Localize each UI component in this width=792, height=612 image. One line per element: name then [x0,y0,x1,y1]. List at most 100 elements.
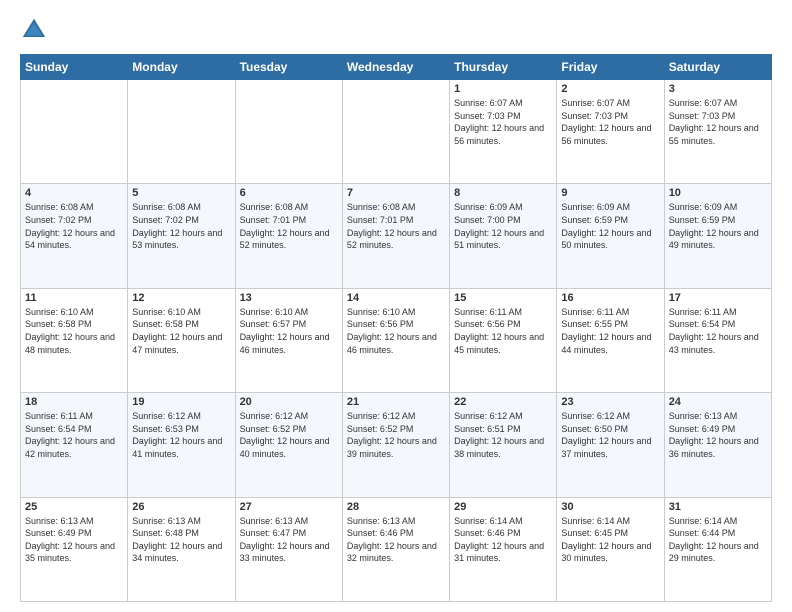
day-number: 27 [240,501,338,513]
day-info: Sunrise: 6:13 AM Sunset: 6:47 PM Dayligh… [240,515,338,565]
day-cell-16: 16 Sunrise: 6:11 AM Sunset: 6:55 PM Dayli… [557,288,664,392]
day-number: 9 [561,187,659,199]
weekday-wednesday: Wednesday [342,55,449,80]
day-number: 25 [25,501,123,513]
day-info: Sunrise: 6:14 AM Sunset: 6:45 PM Dayligh… [561,515,659,565]
day-number: 2 [561,83,659,95]
weekday-saturday: Saturday [664,55,771,80]
day-number: 30 [561,501,659,513]
day-number: 21 [347,396,445,408]
day-info: Sunrise: 6:13 AM Sunset: 6:49 PM Dayligh… [25,515,123,565]
day-number: 20 [240,396,338,408]
day-info: Sunrise: 6:08 AM Sunset: 7:01 PM Dayligh… [240,201,338,251]
weekday-monday: Monday [128,55,235,80]
day-cell-6: 6Sunrise: 6:08 AM Sunset: 7:01 PM Daylig… [235,184,342,288]
day-number: 23 [561,396,659,408]
day-info: Sunrise: 6:07 AM Sunset: 7:03 PM Dayligh… [454,97,552,147]
calendar-table: SundayMondayTuesdayWednesdayThursdayFrid… [20,54,772,602]
day-cell-11: 11 Sunrise: 6:10 AM Sunset: 6:58 PM Dayli… [21,288,128,392]
day-number: 1 [454,83,552,95]
day-number: 4 [25,187,123,199]
day-cell-10: 10 Sunrise: 6:09 AM Sunset: 6:59 PM Dayli… [664,184,771,288]
day-info: Sunrise: 6:11 AM Sunset: 6:55 PM Dayligh… [561,306,659,356]
day-number: 10 [669,187,767,199]
day-info: Sunrise: 6:12 AM Sunset: 6:52 PM Dayligh… [347,410,445,460]
day-cell-27: 27 Sunrise: 6:13 AM Sunset: 6:47 PM Dayli… [235,497,342,601]
day-cell-22: 22Sunrise: 6:12 AM Sunset: 6:51 PM Dayli… [450,393,557,497]
day-cell-17: 17 Sunrise: 6:11 AM Sunset: 6:54 PM Dayli… [664,288,771,392]
day-number: 11 [25,292,123,304]
day-cell-29: 29Sunrise: 6:14 AM Sunset: 6:46 PM Dayli… [450,497,557,601]
week-row-2: 4 Sunrise: 6:08 AM Sunset: 7:02 PM Daylig… [21,184,772,288]
day-info: Sunrise: 6:11 AM Sunset: 6:54 PM Dayligh… [25,410,123,460]
day-number: 8 [454,187,552,199]
day-info: Sunrise: 6:10 AM Sunset: 6:58 PM Dayligh… [132,306,230,356]
empty-cell [21,80,128,184]
day-info: Sunrise: 6:07 AM Sunset: 7:03 PM Dayligh… [669,97,767,147]
day-cell-25: 25 Sunrise: 6:13 AM Sunset: 6:49 PM Dayli… [21,497,128,601]
weekday-sunday: Sunday [21,55,128,80]
day-cell-31: 31Sunrise: 6:14 AM Sunset: 6:44 PM Dayli… [664,497,771,601]
weekday-thursday: Thursday [450,55,557,80]
empty-cell [342,80,449,184]
day-cell-28: 28 Sunrise: 6:13 AM Sunset: 6:46 PM Dayli… [342,497,449,601]
day-cell-30: 30 Sunrise: 6:14 AM Sunset: 6:45 PM Dayli… [557,497,664,601]
day-cell-24: 24 Sunrise: 6:13 AM Sunset: 6:49 PM Dayli… [664,393,771,497]
day-number: 3 [669,83,767,95]
day-info: Sunrise: 6:13 AM Sunset: 6:49 PM Dayligh… [669,410,767,460]
day-cell-19: 19 Sunrise: 6:12 AM Sunset: 6:53 PM Dayli… [128,393,235,497]
day-cell-15: 15 Sunrise: 6:11 AM Sunset: 6:56 PM Dayli… [450,288,557,392]
day-info: Sunrise: 6:12 AM Sunset: 6:52 PM Dayligh… [240,410,338,460]
day-info: Sunrise: 6:11 AM Sunset: 6:56 PM Dayligh… [454,306,552,356]
day-number: 13 [240,292,338,304]
day-number: 31 [669,501,767,513]
day-number: 28 [347,501,445,513]
day-number: 15 [454,292,552,304]
day-number: 17 [669,292,767,304]
day-info: Sunrise: 6:07 AM Sunset: 7:03 PM Dayligh… [561,97,659,147]
day-info: Sunrise: 6:08 AM Sunset: 7:02 PM Dayligh… [132,201,230,251]
day-number: 14 [347,292,445,304]
day-cell-9: 9 Sunrise: 6:09 AM Sunset: 6:59 PM Daylig… [557,184,664,288]
day-cell-4: 4Sunrise: 6:08 AM Sunset: 7:02 PM Daylig… [21,184,128,288]
day-info: Sunrise: 6:09 AM Sunset: 6:59 PM Dayligh… [669,201,767,251]
day-info: Sunrise: 6:09 AM Sunset: 6:59 PM Dayligh… [561,201,659,251]
day-info: Sunrise: 6:13 AM Sunset: 6:46 PM Dayligh… [347,515,445,565]
day-cell-7: 7Sunrise: 6:08 AM Sunset: 7:01 PM Daylig… [342,184,449,288]
day-cell-8: 8Sunrise: 6:09 AM Sunset: 7:00 PM Daylig… [450,184,557,288]
day-number: 24 [669,396,767,408]
day-info: Sunrise: 6:10 AM Sunset: 6:58 PM Dayligh… [25,306,123,356]
empty-cell [128,80,235,184]
day-info: Sunrise: 6:13 AM Sunset: 6:48 PM Dayligh… [132,515,230,565]
day-number: 5 [132,187,230,199]
day-info: Sunrise: 6:11 AM Sunset: 6:54 PM Dayligh… [669,306,767,356]
logo-icon [20,16,48,44]
day-cell-5: 5 Sunrise: 6:08 AM Sunset: 7:02 PM Daylig… [128,184,235,288]
day-number: 7 [347,187,445,199]
day-number: 16 [561,292,659,304]
day-cell-12: 12 Sunrise: 6:10 AM Sunset: 6:58 PM Dayli… [128,288,235,392]
week-row-4: 18 Sunrise: 6:11 AM Sunset: 6:54 PM Dayli… [21,393,772,497]
week-row-5: 25 Sunrise: 6:13 AM Sunset: 6:49 PM Dayli… [21,497,772,601]
day-info: Sunrise: 6:10 AM Sunset: 6:57 PM Dayligh… [240,306,338,356]
day-number: 22 [454,396,552,408]
day-info: Sunrise: 6:12 AM Sunset: 6:50 PM Dayligh… [561,410,659,460]
day-cell-21: 21 Sunrise: 6:12 AM Sunset: 6:52 PM Dayli… [342,393,449,497]
day-cell-18: 18 Sunrise: 6:11 AM Sunset: 6:54 PM Dayli… [21,393,128,497]
weekday-tuesday: Tuesday [235,55,342,80]
day-cell-20: 20 Sunrise: 6:12 AM Sunset: 6:52 PM Dayli… [235,393,342,497]
day-number: 12 [132,292,230,304]
week-row-3: 11 Sunrise: 6:10 AM Sunset: 6:58 PM Dayli… [21,288,772,392]
day-number: 26 [132,501,230,513]
empty-cell [235,80,342,184]
day-cell-23: 23 Sunrise: 6:12 AM Sunset: 6:50 PM Dayli… [557,393,664,497]
weekday-header-row: SundayMondayTuesdayWednesdayThursdayFrid… [21,55,772,80]
day-number: 19 [132,396,230,408]
day-cell-1: 1 Sunrise: 6:07 AM Sunset: 7:03 PM Daylig… [450,80,557,184]
header [20,16,772,44]
day-cell-26: 26 Sunrise: 6:13 AM Sunset: 6:48 PM Dayli… [128,497,235,601]
day-info: Sunrise: 6:14 AM Sunset: 6:46 PM Dayligh… [454,515,552,565]
day-number: 18 [25,396,123,408]
day-info: Sunrise: 6:10 AM Sunset: 6:56 PM Dayligh… [347,306,445,356]
day-info: Sunrise: 6:12 AM Sunset: 6:53 PM Dayligh… [132,410,230,460]
